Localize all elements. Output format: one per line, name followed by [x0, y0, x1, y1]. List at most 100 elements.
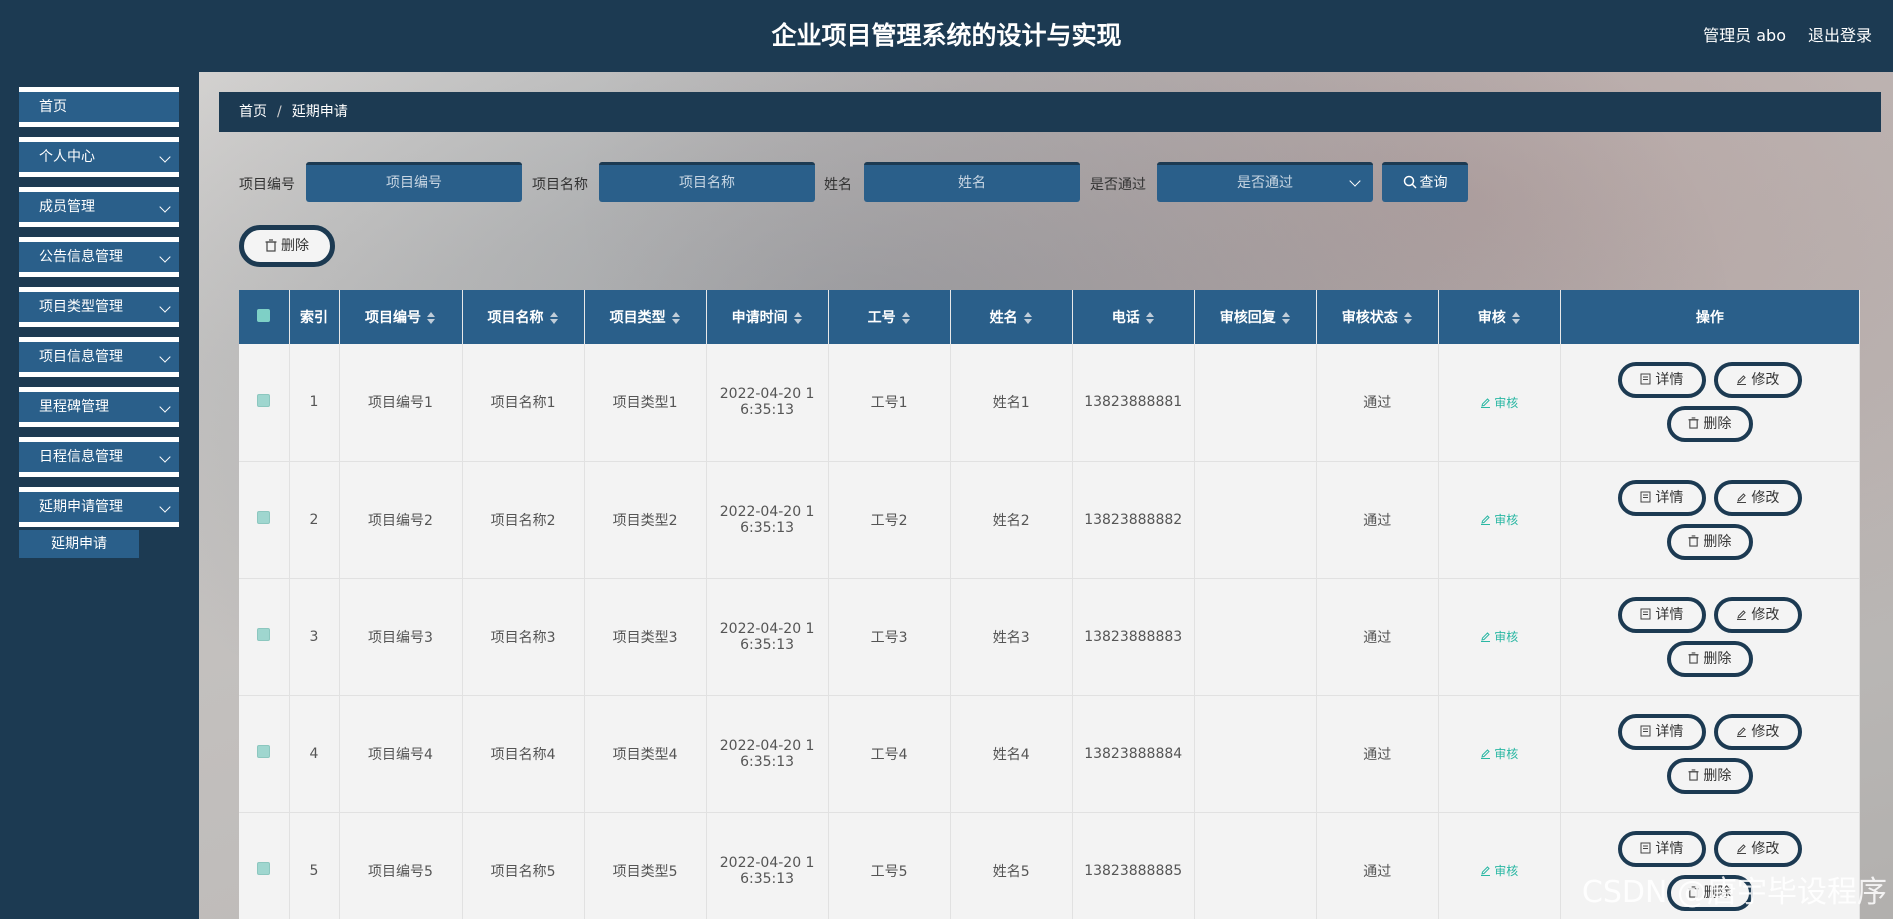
col-header-phone[interactable]: 电话: [1072, 290, 1195, 344]
audit-link[interactable]: 审核: [1480, 864, 1518, 878]
col-header-project-name[interactable]: 项目名称: [462, 290, 585, 344]
apply-time-line-1: 2022-04-20 1: [719, 854, 815, 871]
detail-button[interactable]: 详情: [1617, 479, 1706, 516]
detail-button[interactable]: 详情: [1617, 830, 1706, 867]
cell-phone: 13823888882: [1072, 461, 1195, 579]
detail-button[interactable]: 详情: [1617, 713, 1706, 750]
sort-icon[interactable]: [901, 312, 911, 324]
detail-button[interactable]: 详情: [1617, 362, 1706, 399]
delete-button[interactable]: 删除: [1666, 757, 1753, 794]
pencil-icon: [1737, 726, 1747, 737]
table-row: 2 项目编号2 项目名称2 项目类型2 2022-04-20 1 6:35:13 …: [239, 461, 1860, 579]
sort-icon[interactable]: [1403, 312, 1413, 324]
row-checkbox[interactable]: [257, 628, 271, 641]
sort-icon[interactable]: [1511, 312, 1521, 324]
sidebar-item-schedule[interactable]: 日程信息管理: [19, 437, 179, 477]
delete-button[interactable]: 删除: [1666, 640, 1753, 677]
chevron-down-icon: [159, 301, 171, 313]
sidebar-item-project-types[interactable]: 项目类型管理: [19, 287, 179, 327]
edit-button[interactable]: 修改: [1713, 362, 1802, 399]
col-header-audit[interactable]: 审核: [1438, 290, 1561, 344]
sidebar-item-personal-center[interactable]: 个人中心: [19, 137, 179, 177]
breadcrumb-home[interactable]: 首页: [239, 104, 267, 120]
sort-icon[interactable]: [1145, 312, 1155, 324]
edit-button[interactable]: 修改: [1713, 830, 1802, 867]
sidebar-item-delay-requests[interactable]: 延期申请管理: [19, 487, 179, 527]
cell-index: 5: [289, 812, 340, 919]
sidebar-item-label: 延期申请管理: [39, 499, 123, 515]
col-header-reply[interactable]: 审核回复: [1194, 290, 1317, 344]
row-select-cell: [239, 695, 290, 813]
delete-button[interactable]: 删除: [1666, 406, 1753, 443]
sidebar-subitem-delay-request[interactable]: 延期申请: [19, 530, 139, 558]
cell-audit: 审核: [1438, 695, 1561, 813]
cell-status: 通过: [1316, 578, 1439, 696]
cell-project-no: 项目编号5: [339, 812, 463, 919]
query-button[interactable]: 查询: [1382, 162, 1468, 202]
passed-select-value: 是否通过: [1237, 175, 1293, 191]
delete-button[interactable]: 删除: [1666, 523, 1753, 560]
sort-icon[interactable]: [549, 312, 559, 324]
cell-audit: 审核: [1438, 461, 1561, 579]
delete-button-label: 删除: [1703, 533, 1732, 550]
sort-icon[interactable]: [1023, 312, 1033, 324]
select-all-checkbox[interactable]: [257, 308, 271, 322]
cell-index: 2: [289, 461, 340, 579]
detail-button-label: 详情: [1655, 372, 1684, 389]
sidebar-item-notices[interactable]: 公告信息管理: [19, 237, 179, 277]
detail-button[interactable]: 详情: [1617, 596, 1706, 633]
apply-time-line-1: 2022-04-20 1: [719, 620, 815, 637]
table-row: 1 项目编号1 项目名称1 项目类型1 2022-04-20 1 6:35:13 …: [239, 344, 1860, 462]
edit-button[interactable]: 修改: [1713, 479, 1802, 516]
audit-link-label: 审核: [1494, 747, 1519, 761]
sidebar-item-milestones[interactable]: 里程碑管理: [19, 387, 179, 427]
edit-button[interactable]: 修改: [1713, 596, 1802, 633]
row-checkbox[interactable]: [257, 511, 271, 524]
name-input[interactable]: 姓名: [864, 162, 1080, 202]
edit-button-label: 修改: [1751, 840, 1780, 857]
sort-icon[interactable]: [427, 312, 436, 324]
audit-link[interactable]: 审核: [1480, 396, 1518, 410]
col-header-project-no[interactable]: 项目编号: [339, 290, 463, 344]
trash-icon: [1688, 417, 1699, 429]
col-header-project-type[interactable]: 项目类型: [584, 290, 707, 344]
audit-link[interactable]: 审核: [1480, 513, 1518, 527]
sort-icon[interactable]: [793, 312, 803, 324]
col-header-emp-no[interactable]: 工号: [828, 290, 951, 344]
cell-audit: 审核: [1438, 344, 1561, 462]
breadcrumb-separator: /: [277, 104, 282, 120]
cell-project-type: 项目类型4: [584, 695, 707, 813]
sidebar-item-home[interactable]: 首页: [19, 87, 179, 127]
sidebar-item-members[interactable]: 成员管理: [19, 187, 179, 227]
batch-delete-button[interactable]: 删除: [239, 225, 335, 267]
sidebar-item-project-info[interactable]: 项目信息管理: [19, 337, 179, 377]
col-header-name[interactable]: 姓名: [950, 290, 1073, 344]
edit-icon: [1481, 632, 1491, 642]
cell-project-type: 项目类型1: [584, 344, 707, 462]
logout-link[interactable]: 退出登录: [1808, 22, 1872, 46]
sidebar-item-label: 首页: [39, 99, 67, 115]
project-no-label: 项目编号: [239, 177, 295, 193]
row-checkbox[interactable]: [257, 862, 271, 875]
sort-icon[interactable]: [1281, 312, 1291, 324]
project-name-input[interactable]: 项目名称: [599, 162, 815, 202]
query-button-label: 查询: [1419, 175, 1448, 191]
cell-phone: 13823888884: [1072, 695, 1195, 813]
project-no-input[interactable]: 项目编号: [306, 162, 522, 202]
sort-icon[interactable]: [671, 312, 681, 324]
name-label: 姓名: [824, 177, 852, 193]
col-header-label: 项目类型: [609, 310, 666, 326]
audit-link[interactable]: 审核: [1480, 747, 1518, 761]
col-header-apply-time[interactable]: 申请时间: [706, 290, 829, 344]
edit-button[interactable]: 修改: [1713, 713, 1802, 750]
chevron-down-icon: [159, 251, 171, 263]
breadcrumb: 首页 / 延期申请: [219, 92, 1881, 132]
row-checkbox[interactable]: [257, 393, 271, 407]
apply-time-line-1: 2022-04-20 1: [719, 503, 815, 520]
cell-reply: [1194, 812, 1317, 919]
col-header-status[interactable]: 审核状态: [1316, 290, 1439, 344]
passed-select[interactable]: 是否通过: [1157, 162, 1373, 202]
row-checkbox[interactable]: [257, 745, 271, 758]
audit-link[interactable]: 审核: [1480, 630, 1518, 644]
col-header-label: 项目名称: [487, 310, 544, 326]
